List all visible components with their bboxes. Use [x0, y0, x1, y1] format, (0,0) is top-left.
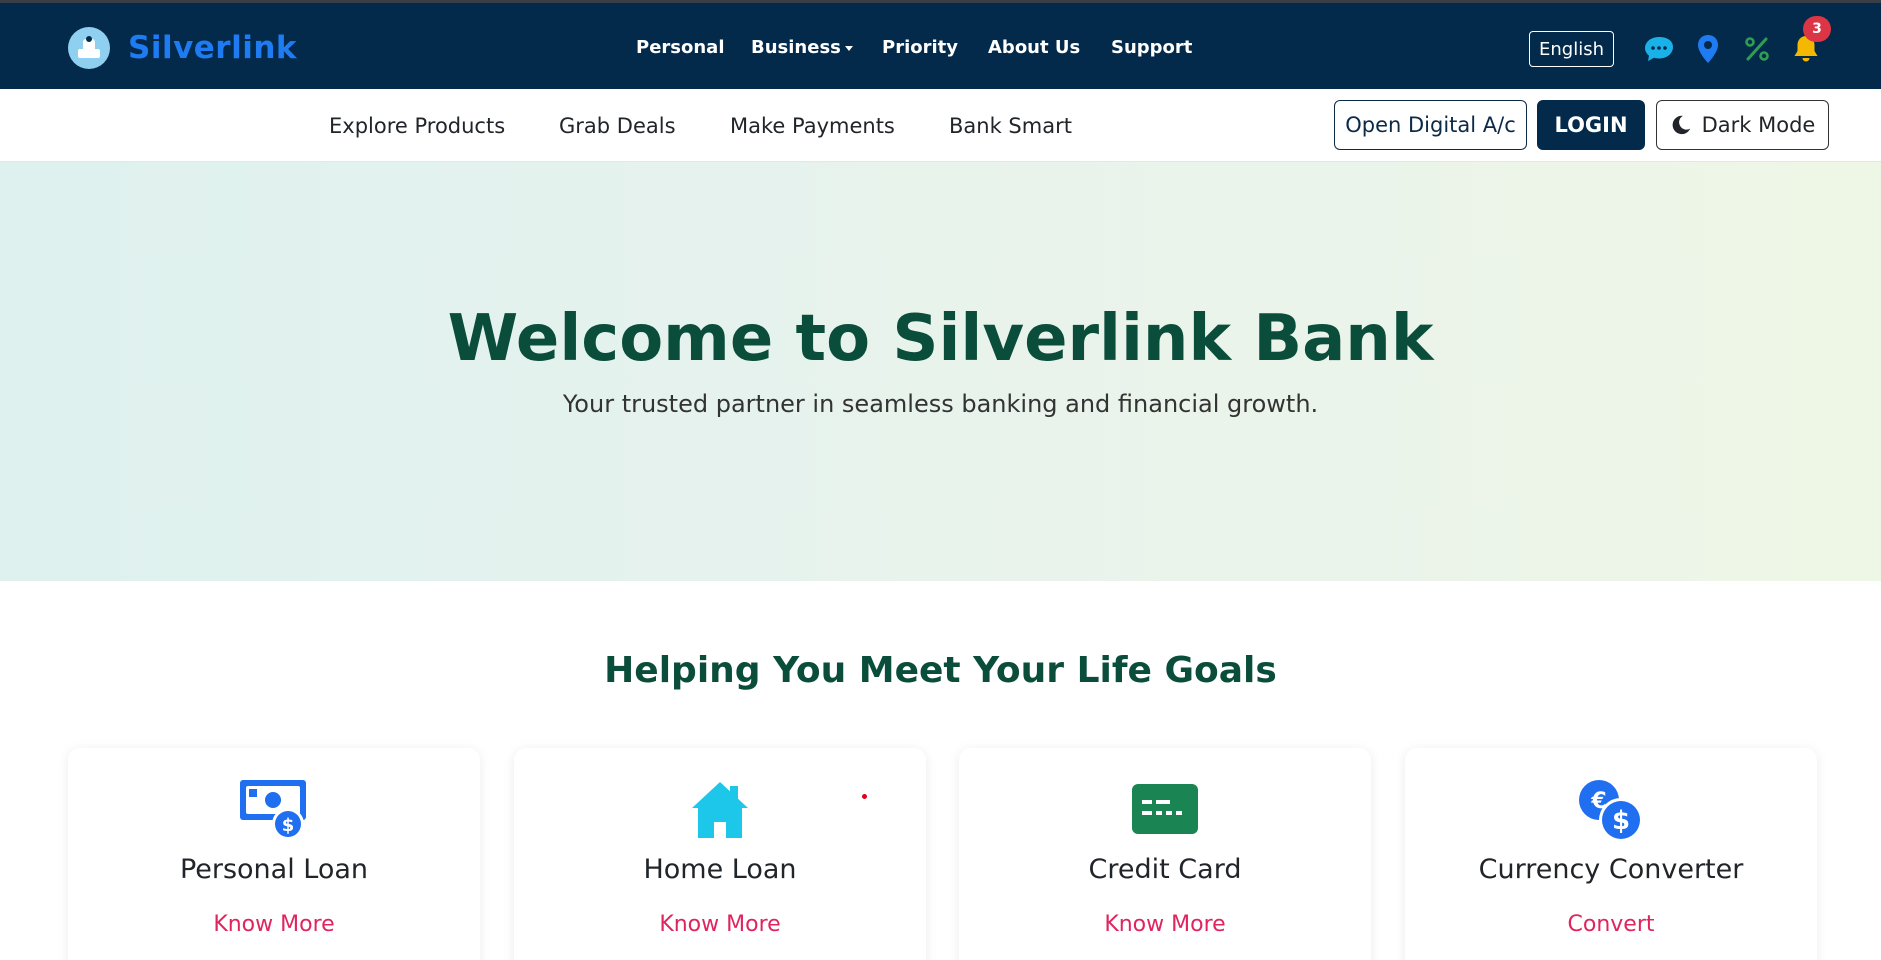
nav-support[interactable]: Support [1111, 37, 1192, 58]
chat-icon[interactable] [1643, 33, 1675, 65]
brand[interactable]: Silverlink [68, 27, 297, 69]
card-title: Credit Card [1088, 854, 1242, 885]
goal-card-home-loan: Home Loan Know More [514, 748, 926, 960]
nav-personal[interactable]: Personal [636, 37, 725, 58]
open-account-button[interactable]: Open Digital A/c [1334, 100, 1527, 150]
percent-icon[interactable] [1741, 33, 1773, 65]
dark-mode-label: Dark Mode [1701, 113, 1816, 137]
subnav-make-payments[interactable]: Make Payments [730, 114, 895, 138]
location-icon[interactable] [1692, 33, 1724, 65]
svg-text:$: $ [1612, 806, 1630, 836]
goal-card-credit-card: Credit Card Know More [959, 748, 1371, 960]
credit-card-icon [1132, 784, 1198, 834]
card-title: Personal Loan [179, 854, 369, 885]
subnav-grab-deals[interactable]: Grab Deals [559, 114, 676, 138]
subnav-bank-smart[interactable]: Bank Smart [949, 114, 1072, 138]
card-title: Currency Converter [1478, 854, 1744, 885]
nav-business[interactable]: Business [751, 37, 853, 58]
goals-title: Helping You Meet Your Life Goals [604, 650, 1277, 691]
hero-subtitle: Your trusted partner in seamless banking… [562, 390, 1319, 418]
nav-about-us[interactable]: About Us [988, 37, 1080, 58]
chevron-down-icon [844, 45, 853, 51]
house-icon [692, 782, 748, 838]
currency-exchange-icon: € $ [1579, 780, 1643, 842]
money-icon: $ [240, 780, 306, 840]
top-navbar: Silverlink Personal Business Priority Ab… [0, 0, 1881, 89]
hero-title: Welcome to Silverlink Bank [447, 302, 1434, 376]
goal-card-personal-loan: $ Personal Loan Know More [68, 748, 480, 960]
notification-badge: 3 [1803, 16, 1831, 42]
hero-banner: Welcome to Silverlink Bank Your trusted … [0, 162, 1881, 581]
secondary-navbar: Explore Products Grab Deals Make Payment… [0, 89, 1881, 162]
goal-card-currency-converter: € $ Currency Converter Convert [1405, 748, 1817, 960]
know-more-link[interactable]: Know More [959, 912, 1371, 937]
subnav-explore-products[interactable]: Explore Products [329, 114, 505, 138]
know-more-link[interactable]: Know More [68, 912, 480, 937]
convert-link[interactable]: Convert [1405, 912, 1817, 937]
dark-mode-button[interactable]: Dark Mode [1656, 100, 1829, 150]
bank-logo-icon [68, 27, 110, 69]
nav-priority[interactable]: Priority [882, 37, 958, 58]
language-button[interactable]: English [1529, 31, 1614, 67]
login-button[interactable]: LOGIN [1537, 100, 1645, 150]
svg-text:$: $ [282, 815, 295, 836]
nav-business-label: Business [751, 37, 841, 58]
know-more-link[interactable]: Know More [514, 912, 926, 937]
moon-icon [1672, 115, 1690, 135]
brand-name: Silverlink [128, 30, 298, 66]
cursor-dot [862, 794, 867, 799]
card-title: Home Loan [643, 854, 797, 885]
